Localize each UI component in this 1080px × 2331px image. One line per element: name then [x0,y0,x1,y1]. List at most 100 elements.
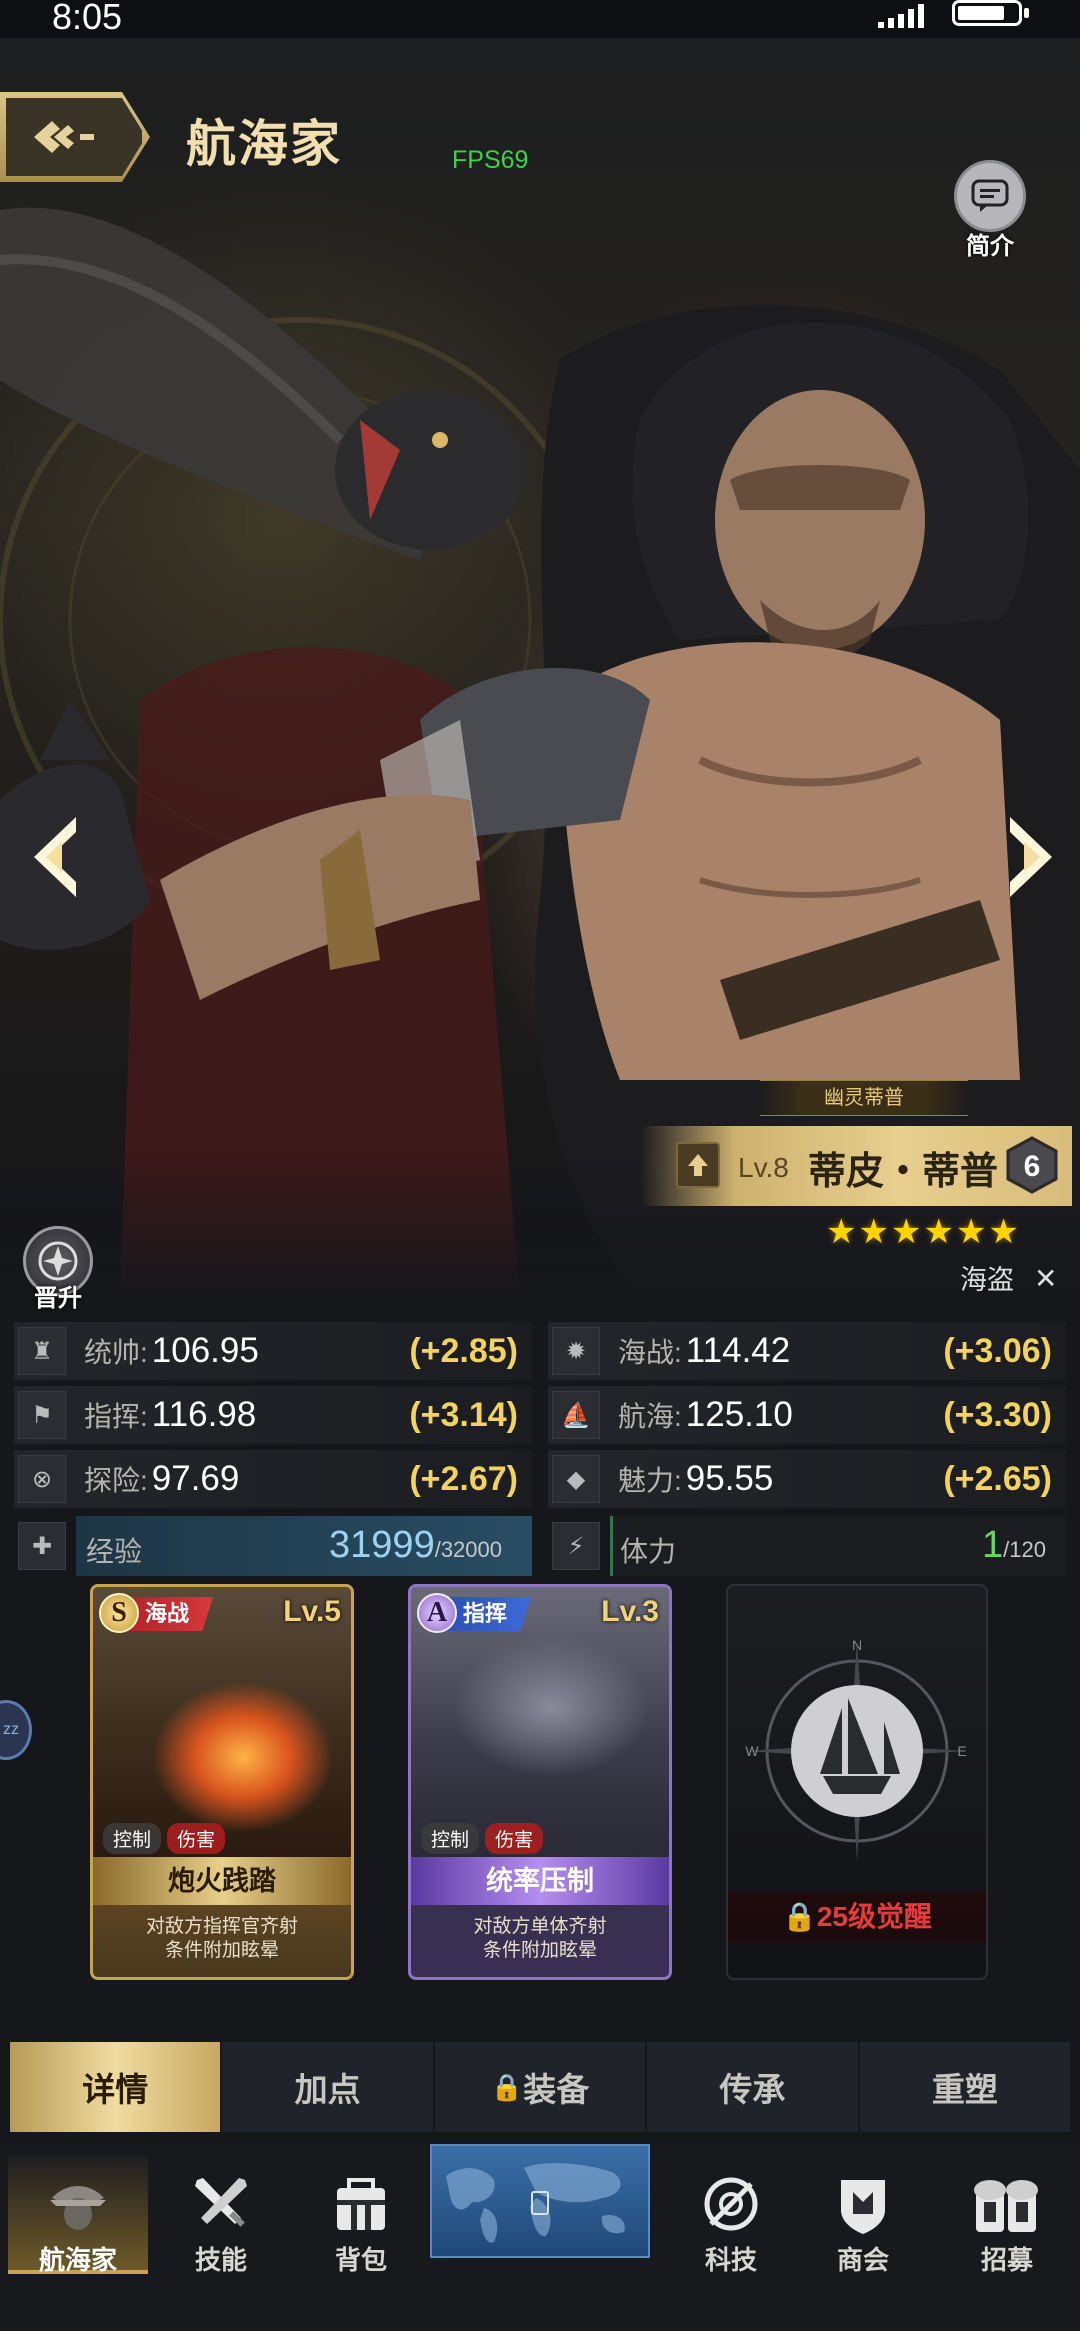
fps-counter: FPS69 [452,146,529,174]
stamina-max: /120 [1003,1537,1046,1562]
stat-row-charm: ◆ 魅力: 95.55 (+2.65) [548,1450,1066,1508]
stat-bonus: (+2.65) [943,1459,1052,1498]
awaken-requirement: 🔒25级觉醒 [728,1892,986,1942]
naval-battle-icon: ✹ [552,1327,600,1375]
stat-label: 探险: [84,1465,148,1496]
tab-details[interactable]: 详情 [10,2042,223,2132]
sailing-icon: ⛵ [552,1391,600,1439]
faction-label: 海盗 [960,1265,1014,1295]
intro-label: 简介 [966,233,1014,260]
stat-row-exploration: ⊗ 探险: 97.69 (+2.67) [14,1450,532,1508]
stat-value: 116.98 [151,1395,257,1434]
experience-current: 31999 [329,1524,435,1566]
skill-grade-badge: S [99,1593,139,1633]
locked-skill-slot[interactable]: N W E 🔒25级觉醒 [726,1584,988,1980]
previous-hero-arrow-icon[interactable] [26,812,86,902]
stat-row-command: ⚑ 指挥: 116.98 (+3.14) [14,1386,532,1444]
tab-equipment-label: 装备 [523,2071,590,2108]
back-button[interactable] [0,92,150,182]
compass-east: E [957,1743,966,1759]
stat-label: 统帅: [84,1337,148,1368]
stat-row-leadership: ♜ 统帅: 106.95 (+2.85) [14,1322,532,1380]
next-hero-arrow-icon[interactable] [1000,812,1060,902]
stat-value: 125.10 [685,1395,793,1434]
tech-icon [666,2156,796,2236]
skill-effect-tags: 控制 伤害 [421,1823,544,1854]
level-up-icon[interactable] [676,1142,720,1188]
hero-title-tag: 幽灵蒂普 [760,1080,968,1116]
nav-recruit[interactable]: 招募 [942,2156,1072,2306]
ship-compass-icon: N W E [745,1637,967,1861]
stat-label: 魅力: [618,1465,682,1496]
skill-grade-badge: A [417,1593,457,1633]
stamina-row: ⚡ 体力 1/120 [548,1516,1066,1576]
clock: 8:05 [52,0,123,37]
nav-label: 商会 [836,2245,889,2275]
status-bar: 8:05 [0,0,1080,38]
tab-inheritance[interactable]: 传承 [647,2042,860,2132]
star-rating: ★★★★★★ [826,1213,1021,1251]
skill-effect-tags: 控制 伤害 [103,1823,226,1854]
nav-label: 技能 [194,2245,247,2275]
chat-bubble-icon [954,160,1026,232]
detail-tab-bar: 详情 加点 🔒 装备 传承 重塑 [10,2042,1070,2132]
battery-tip [1024,8,1029,18]
tab-add-points[interactable]: 加点 [222,2042,435,2132]
stat-label: 航海: [618,1401,682,1432]
promote-label: 晋升 [34,1285,82,1312]
skill-description: 对敌方指挥官齐射 条件附加眩晕 [145,1916,298,1961]
nav-tech[interactable]: 科技 [666,2156,796,2306]
stat-label: 海战: [618,1337,682,1368]
effect-tag-damage: 伤害 [485,1823,544,1854]
skill-card-naval[interactable]: S 海战 Lv.5 控制 伤害 炮火践踏 对敌方指挥官齐射 条件附加眩晕 [90,1584,354,1980]
intro-button[interactable]: 简介 [954,160,1026,260]
experience-value: 31999/32000 [329,1524,502,1567]
rank-badge-icon: 6 [1006,1136,1058,1194]
battery-icon [952,0,1022,26]
side-chat-bubble[interactable]: zz [0,1700,32,1760]
stat-value: 106.95 [151,1331,259,1370]
recruit-icon [942,2156,1072,2236]
tab-reshape[interactable]: 重塑 [860,2042,1070,2132]
stat-bonus: (+2.85) [409,1331,518,1370]
hero-name: 蒂皮・蒂普 [808,1151,999,1193]
nav-guild[interactable]: 商会 [798,2156,928,2306]
tab-equipment[interactable]: 🔒 装备 [435,2042,648,2132]
navigator-icon [8,2156,148,2236]
nav-label: 航海家 [38,2245,117,2275]
swords-icon [156,2156,286,2236]
stat-value: 97.69 [151,1459,240,1498]
lock-icon: 🔒 [781,1901,817,1932]
stamina-value: 1/120 [982,1524,1046,1567]
nav-label: 科技 [704,2245,757,2275]
diamond-icon: ◆ [552,1455,600,1503]
hero-level: Lv.8 [738,1152,789,1183]
stamina-label: 体力 [620,1536,677,1567]
back-arrow-icon [34,121,94,153]
stat-bonus: (+3.30) [943,1395,1052,1434]
nav-skills[interactable]: 技能 [156,2156,286,2306]
lock-icon: 🔒 [490,2071,524,2102]
compass-north: N [852,1637,862,1653]
lightning-icon: ⚡ [552,1522,600,1570]
skill-name: 炮火践踏 [93,1857,351,1905]
nav-backpack[interactable]: 背包 [296,2156,426,2306]
stat-bonus: (+2.67) [409,1459,518,1498]
promote-button[interactable]: 晋升 [18,1226,98,1312]
experience-label: 经验 [86,1536,143,1567]
skill-name: 统率压制 [411,1857,669,1905]
experience-max: /32000 [434,1537,502,1562]
nav-world-map[interactable] [430,2144,650,2258]
skill-level: Lv.3 [601,1595,659,1628]
hero-name-plate: Lv.8 蒂皮・蒂普 6 [640,1126,1072,1206]
stat-row-naval-battle: ✹ 海战: 114.42 (+3.06) [548,1322,1066,1380]
experience-row: ✚ 经验 31999/32000 [14,1516,532,1576]
compass-west: W [745,1743,759,1759]
stat-label: 指挥: [84,1401,148,1432]
skill-card-command[interactable]: A 指挥 Lv.3 控制 伤害 统率压制 对敌方单体齐射 条件附加眩晕 [408,1584,672,1980]
nav-label: 背包 [334,2245,387,2275]
nav-label: 招募 [980,2245,1033,2275]
nav-navigator[interactable]: 航海家 [8,2156,148,2275]
skill-level: Lv.5 [283,1595,341,1628]
general-icon: ♜ [18,1327,66,1375]
